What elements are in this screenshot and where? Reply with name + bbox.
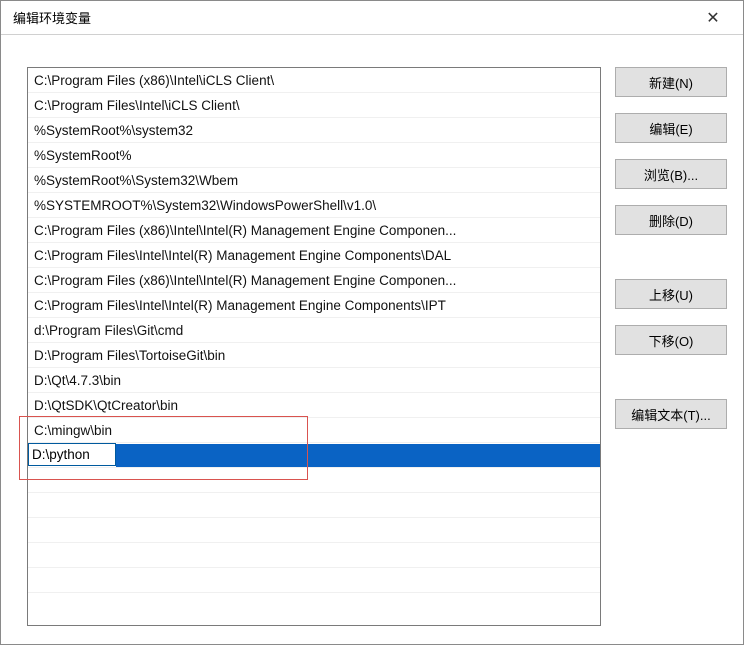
empty-row — [28, 543, 600, 568]
path-row[interactable]: C:\Program Files (x86)\Intel\Intel(R) Ma… — [28, 268, 600, 293]
path-row[interactable]: C:\Program Files (x86)\Intel\iCLS Client… — [28, 68, 600, 93]
path-row[interactable]: %SystemRoot% — [28, 143, 600, 168]
selection-highlight — [116, 444, 600, 467]
path-row[interactable]: C:\mingw\bin — [28, 418, 600, 443]
path-row[interactable]: D:\Program Files\TortoiseGit\bin — [28, 343, 600, 368]
edittext-button[interactable]: 编辑文本(T)... — [615, 399, 727, 429]
empty-row — [28, 493, 600, 518]
close-icon[interactable]: ✕ — [693, 4, 733, 32]
empty-row — [28, 468, 600, 493]
new-button[interactable]: 新建(N) — [615, 67, 727, 97]
path-row[interactable]: C:\Program Files (x86)\Intel\Intel(R) Ma… — [28, 218, 600, 243]
edit-button[interactable]: 编辑(E) — [615, 113, 727, 143]
path-row[interactable]: C:\Program Files\Intel\iCLS Client\ — [28, 93, 600, 118]
path-edit-input[interactable] — [28, 443, 116, 466]
path-row-editing[interactable] — [28, 443, 600, 468]
path-listbox[interactable]: C:\Program Files (x86)\Intel\iCLS Client… — [27, 67, 601, 626]
window-title: 编辑环境变量 — [13, 8, 693, 27]
empty-row — [28, 518, 600, 543]
moveup-button[interactable]: 上移(U) — [615, 279, 727, 309]
path-row[interactable]: D:\QtSDK\QtCreator\bin — [28, 393, 600, 418]
env-var-editor-window: 编辑环境变量 ✕ C:\Program Files (x86)\Intel\iC… — [0, 0, 744, 645]
titlebar: 编辑环境变量 ✕ — [1, 1, 743, 35]
path-row[interactable]: %SYSTEMROOT%\System32\WindowsPowerShell\… — [28, 193, 600, 218]
path-row[interactable]: d:\Program Files\Git\cmd — [28, 318, 600, 343]
delete-button[interactable]: 删除(D) — [615, 205, 727, 235]
content-area: C:\Program Files (x86)\Intel\iCLS Client… — [1, 35, 743, 644]
path-row[interactable]: %SystemRoot%\system32 — [28, 118, 600, 143]
browse-button[interactable]: 浏览(B)... — [615, 159, 727, 189]
movedown-button[interactable]: 下移(O) — [615, 325, 727, 355]
path-row[interactable]: %SystemRoot%\System32\Wbem — [28, 168, 600, 193]
path-row[interactable]: C:\Program Files\Intel\Intel(R) Manageme… — [28, 243, 600, 268]
path-row[interactable]: C:\Program Files\Intel\Intel(R) Manageme… — [28, 293, 600, 318]
side-buttons: 新建(N) 编辑(E) 浏览(B)... 删除(D) 上移(U) 下移(O) 编… — [615, 53, 727, 626]
path-list-wrap: C:\Program Files (x86)\Intel\iCLS Client… — [19, 53, 601, 626]
empty-row — [28, 568, 600, 593]
path-row[interactable]: D:\Qt\4.7.3\bin — [28, 368, 600, 393]
